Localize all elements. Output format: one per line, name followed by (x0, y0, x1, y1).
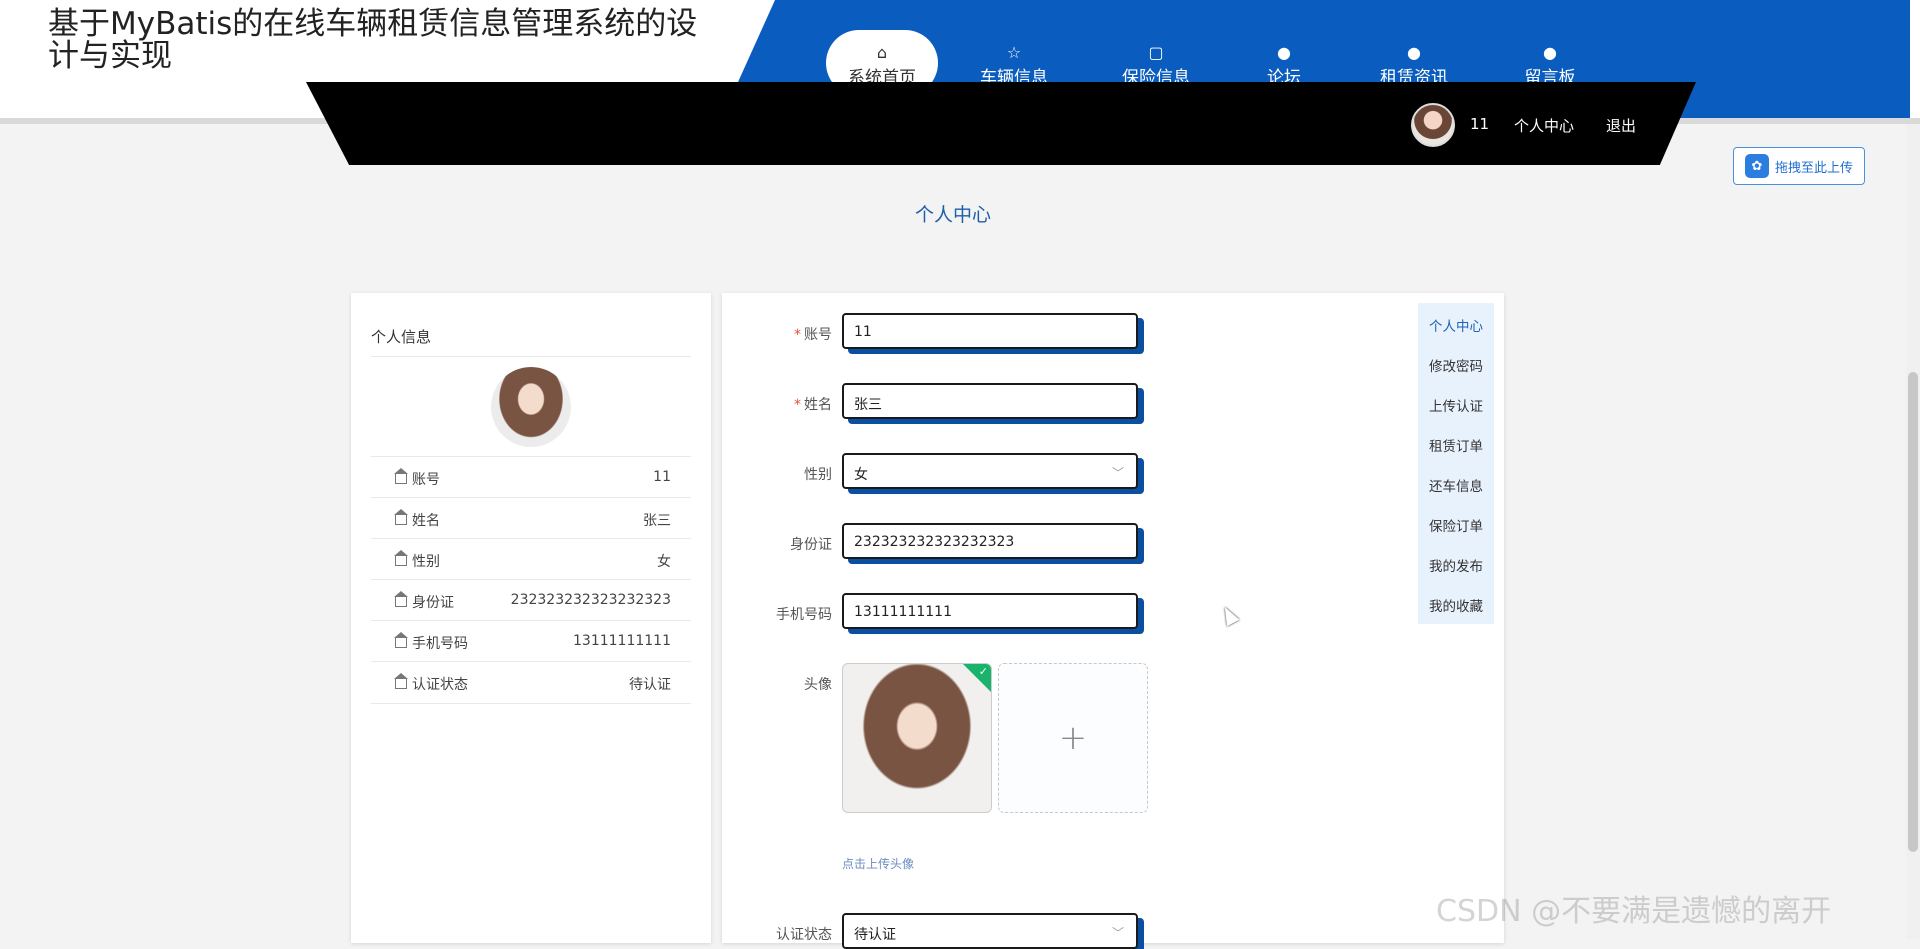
side-item-profile[interactable]: 个人中心 (1418, 315, 1494, 335)
user-name: 11 (1470, 115, 1490, 133)
logout-link[interactable]: 退出 (1606, 115, 1636, 136)
side-item-insurance-orders[interactable]: 保险订单 (1418, 515, 1494, 535)
avatar-upload-button[interactable]: + (998, 663, 1148, 813)
info-label: 手机号码 (412, 636, 468, 652)
status-label: 认证状态 (776, 927, 832, 943)
info-row: 性别 女 (371, 538, 691, 580)
info-heading: 个人信息 (371, 328, 432, 346)
side-item-return-info[interactable]: 还车信息 (1418, 475, 1494, 495)
side-item-rental-orders[interactable]: 租赁订单 (1418, 435, 1494, 455)
side-item-my-posts[interactable]: 我的发布 (1418, 555, 1494, 575)
info-icon: ● (1543, 43, 1557, 62)
chevron-down-icon: ﹀ (1111, 466, 1124, 480)
user-side-menu: 个人中心 修改密码 上传认证 租赁订单 还车信息 保险订单 我的发布 我的收藏 (1418, 303, 1494, 624)
info-value: 13111111111 (573, 633, 671, 649)
info-label: 认证状态 (412, 677, 468, 693)
info-row: 账号 11 (371, 456, 691, 498)
phone-label: 手机号码 (776, 607, 832, 623)
profile-avatar (491, 367, 571, 447)
side-item-upload-auth[interactable]: 上传认证 (1418, 395, 1494, 415)
id-card-label: 身份证 (790, 537, 832, 553)
user-center-link[interactable]: 个人中心 (1514, 115, 1574, 136)
info-value: 张三 (643, 513, 671, 529)
name-field[interactable]: 张三 (842, 383, 1138, 419)
avatar[interactable] (1411, 103, 1455, 147)
profile-form-card: * 账号 11 * 姓名 张三 性别 女 ﹀ 身份证 232323232323232… (722, 293, 1504, 949)
info-label: 性别 (412, 554, 440, 570)
scrollbar-thumb[interactable] (1908, 372, 1918, 852)
account-label: * 账号 (794, 327, 832, 343)
info-label: 身份证 (412, 595, 454, 611)
question-icon: ● (1407, 43, 1421, 62)
info-value: 11 (653, 469, 671, 485)
drag-upload-button[interactable]: ✿ 拖拽至此上传 (1733, 147, 1865, 185)
bag-icon: ▢ (1148, 43, 1164, 62)
watermark: CSDN @不要满是遗憾的离开 (1436, 894, 1832, 929)
divider (371, 356, 691, 357)
name-label: * 姓名 (794, 397, 832, 413)
gender-label: 性别 (804, 467, 832, 483)
info-label: 账号 (412, 472, 440, 488)
check-icon: ✓ (978, 665, 988, 678)
home-icon (394, 509, 408, 525)
site-title: 基于MyBatis的在线车辆租赁信息管理系统的设计与实现 (48, 6, 698, 74)
info-value: 待认证 (629, 677, 671, 693)
avatar-label: 头像 (804, 677, 832, 693)
status-select[interactable]: 待认证 ﹀ (842, 913, 1138, 949)
nav-item-forum[interactable]: ● 论坛 (1228, 30, 1340, 90)
home-icon (394, 632, 408, 648)
home-icon (394, 673, 408, 689)
info-value: 232323232323232323 (510, 592, 671, 608)
info-row: 身份证 232323232323232323 (371, 579, 691, 621)
upload-hint: 点击上传头像 (842, 857, 915, 871)
chevron-down-icon: ﹀ (1111, 926, 1124, 940)
id-card-field[interactable]: 232323232323232323 (842, 523, 1138, 559)
account-field[interactable]: 11 (842, 313, 1138, 349)
main-nav: ⌂ 系统首页 ☆ 车辆信息 ▢ 保险信息 ● 论坛 ● 租赁资讯 ● 留言板 (826, 30, 1586, 96)
info-row: 姓名 张三 (371, 497, 691, 539)
gender-value: 女 (854, 467, 868, 483)
exclamation-icon: ● (1277, 43, 1291, 62)
cloud-upload-icon: ✿ (1744, 154, 1769, 178)
info-row: 认证状态 待认证 (371, 661, 691, 704)
drag-upload-label: 拖拽至此上传 (1774, 160, 1853, 176)
home-icon (394, 550, 408, 566)
profile-info-card: 个人信息 账号 11 姓名 张三 性别 女 身份证 23232323232323… (351, 293, 711, 943)
nav-item-vehicles[interactable]: ☆ 车辆信息 (958, 30, 1070, 90)
nav-item-news[interactable]: ● 租赁资讯 (1358, 30, 1470, 90)
phone-field[interactable]: 13111111111 (842, 593, 1138, 629)
home-icon (394, 468, 408, 484)
avatar-preview[interactable]: ✓ (842, 663, 992, 813)
home-icon: ⌂ (876, 43, 888, 62)
star-icon: ☆ (1006, 43, 1022, 62)
nav-item-insurance[interactable]: ▢ 保险信息 (1100, 30, 1212, 90)
gender-select[interactable]: 女 ﹀ (842, 453, 1138, 489)
info-row: 手机号码 13111111111 (371, 620, 691, 662)
plus-icon: + (1058, 718, 1088, 758)
info-value: 女 (657, 554, 671, 570)
side-item-favorites[interactable]: 我的收藏 (1418, 595, 1494, 615)
page-title: 个人中心 (914, 204, 991, 226)
info-label: 姓名 (412, 513, 440, 529)
status-value: 待认证 (854, 927, 896, 943)
nav-item-messages[interactable]: ● 留言板 (1494, 30, 1606, 90)
side-item-password[interactable]: 修改密码 (1418, 355, 1494, 375)
home-icon (394, 591, 408, 607)
